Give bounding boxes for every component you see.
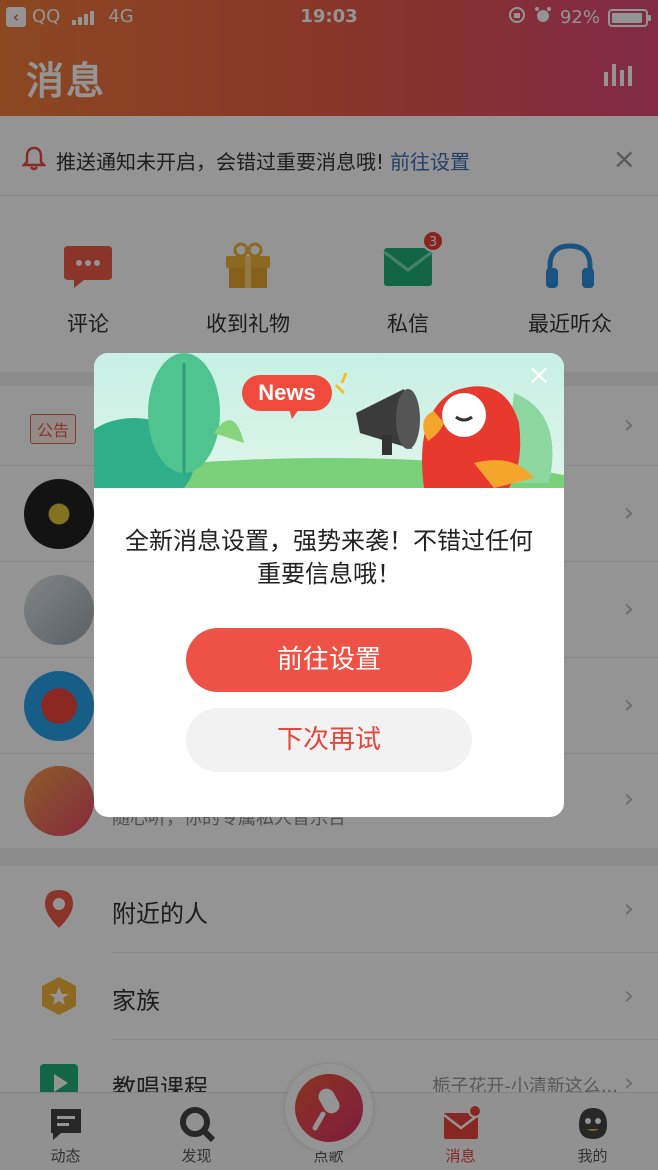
message-settings-dialog: News × 全新消息设置，强势来袭！不错过任何重要信息哦！ 前往设置 下次再试 (94, 353, 564, 817)
dialog-message: 全新消息设置，强势来袭！不错过任何重要信息哦！ (125, 527, 533, 588)
news-badge: News (258, 380, 315, 405)
go-to-settings-button[interactable]: 前往设置 (186, 628, 472, 692)
dialog-banner-illustration: News × (94, 353, 564, 488)
dialog-close-icon[interactable]: × (524, 361, 554, 391)
try-later-button[interactable]: 下次再试 (186, 708, 472, 772)
